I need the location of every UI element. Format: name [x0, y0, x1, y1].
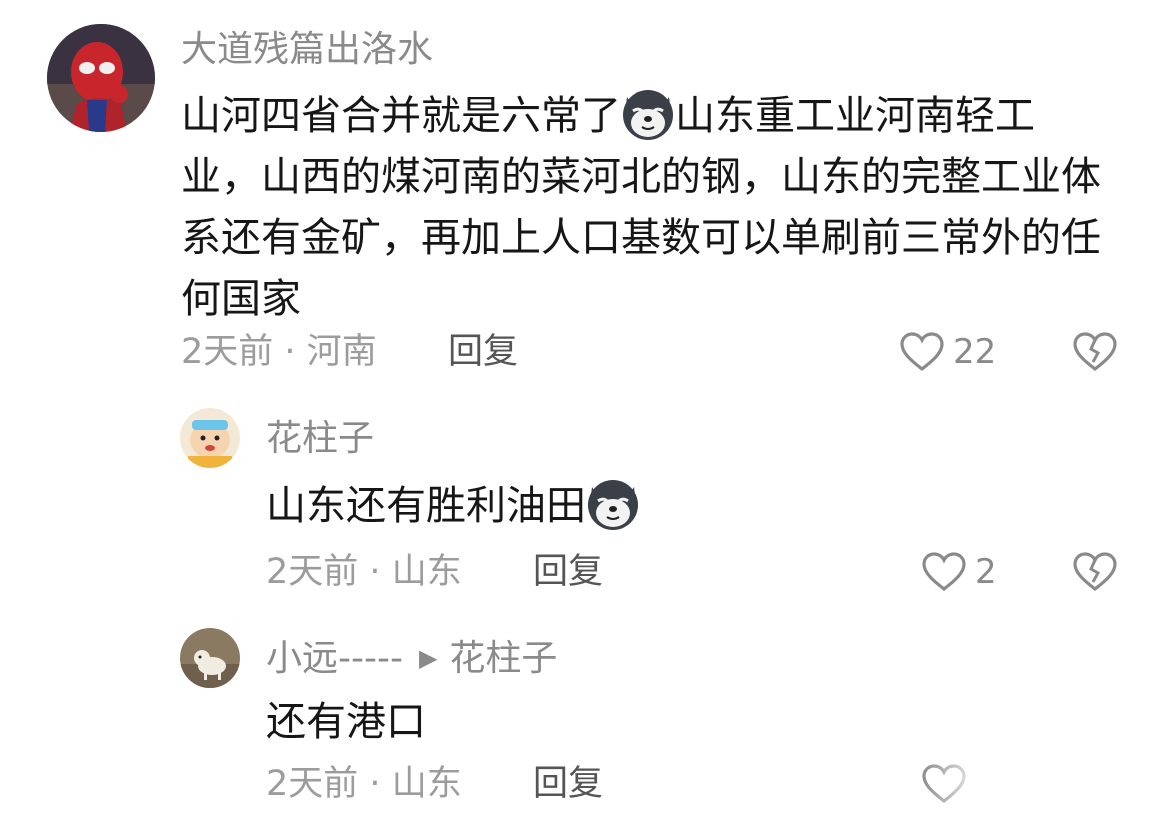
username-line: 小远----- ▶ 花柱子 [266, 641, 557, 677]
location: 河南 [306, 332, 377, 372]
dislike-button[interactable] [1072, 331, 1118, 373]
comment-content: 还有港口 [266, 692, 1066, 753]
reply-arrow-icon: ▶ [418, 644, 438, 672]
username[interactable]: 大道残篇出洛水 [181, 32, 433, 68]
separator: · [369, 552, 381, 592]
reply-to-username[interactable]: 花柱子 [449, 638, 557, 679]
heart-icon [922, 552, 966, 592]
spiderman-avatar-icon [47, 24, 155, 132]
avatar[interactable] [47, 24, 155, 132]
reply-button[interactable]: 回复 [533, 555, 603, 590]
reply-button[interactable]: 回复 [448, 335, 518, 370]
dislike-button[interactable] [1072, 551, 1118, 593]
like-button[interactable]: 22 [899, 331, 996, 373]
comment-text: 还有港口 [266, 699, 426, 745]
location: 山东 [391, 764, 462, 804]
reply-button[interactable]: 回复 [533, 767, 603, 802]
watermark-overlay [920, 760, 1170, 823]
comment-meta: 2天前 · 山东 [266, 555, 462, 590]
comment-content: 山东还有胜利油田 [266, 476, 1066, 537]
dog-emoji-icon [621, 87, 675, 141]
timestamp: 2天前 [266, 764, 359, 804]
puppy-avatar-icon [180, 628, 240, 688]
broken-heart-icon [1073, 552, 1117, 592]
like-count: 2 [975, 552, 997, 592]
avatar[interactable] [180, 628, 240, 688]
comment-text: 山东还有胜利油田 [266, 483, 586, 529]
cartoon-boy-avatar-icon [180, 408, 240, 468]
username[interactable]: 花柱子 [266, 421, 374, 457]
timestamp: 2天前 [266, 552, 359, 592]
like-count: 22 [953, 332, 997, 372]
heart-icon [900, 332, 944, 372]
comment-content: 山河四省合并就是六常了 山东重工业河南轻工业，山西的煤河南的菜河北的钢，山东的完整… [181, 86, 1111, 330]
dog-emoji-icon [586, 477, 640, 531]
comment-text-part1: 山河四省合并就是六常了 [181, 93, 621, 139]
broken-heart-icon [1073, 332, 1117, 372]
comment-meta: 2天前 · 河南 [181, 335, 377, 370]
separator: · [284, 332, 296, 372]
comment-meta: 2天前 · 山东 [266, 767, 462, 802]
username[interactable]: 小远----- [266, 638, 403, 679]
timestamp: 2天前 [181, 332, 274, 372]
like-button[interactable]: 2 [921, 551, 997, 593]
avatar[interactable] [180, 408, 240, 468]
separator: · [369, 764, 381, 804]
location: 山东 [391, 552, 462, 592]
